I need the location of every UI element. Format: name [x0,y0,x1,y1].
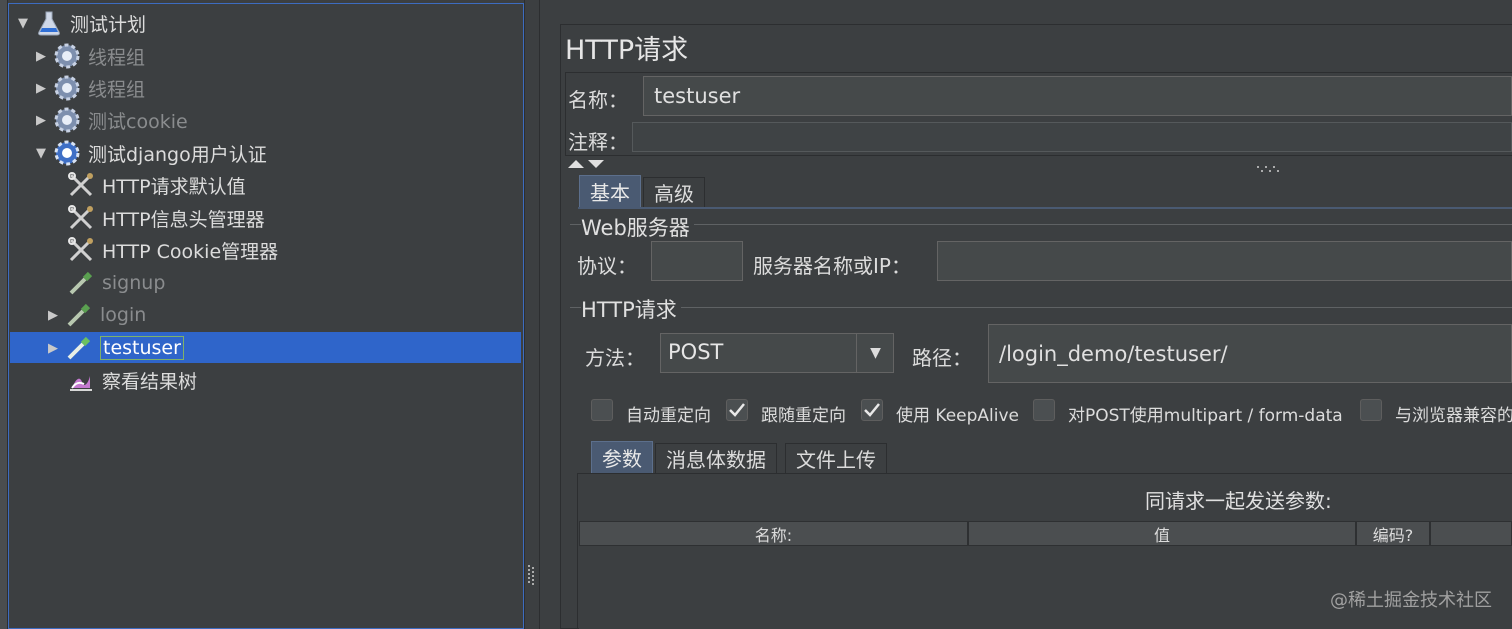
expand-arrow-icon[interactable]: ▶ [32,49,50,64]
tree-item-label: signup [102,272,166,294]
web-server-group-border [570,224,1512,225]
tree-item-thread-group-1[interactable]: ▶ 线程组 [32,41,145,71]
checkmark-icon [864,403,880,417]
expand-arrow-icon[interactable]: ▼ [14,16,32,31]
tree-item-label: testuser [100,336,184,360]
gear-icon [52,105,82,135]
tree-item-label: 察看结果树 [102,370,198,393]
panel-title: HTTP请求 [565,35,689,66]
protocol-field[interactable] [651,241,743,281]
browser-compatible-checkbox[interactable] [1360,399,1382,421]
auto-redirect-label: 自动重定向 [626,406,711,426]
auto-redirect-checkbox[interactable] [591,399,613,421]
method-select-value: POST [668,340,724,364]
method-label: 方法： [585,346,645,370]
name-label: 名称： [568,88,628,112]
expand-arrow-icon[interactable]: ▶ [44,308,62,323]
tabs-underline [578,207,1512,209]
tree-item-label: 测试cookie [88,110,188,133]
tab-body-data[interactable]: 消息体数据 [655,443,777,473]
column-header-name[interactable]: 名称: [579,521,968,546]
keepalive-label: 使用 KeepAlive [896,406,1020,426]
tree-item-header-manager[interactable]: HTTP信息头管理器 [66,203,265,233]
tree-item-label: HTTP Cookie管理器 [102,240,279,263]
tree-item-label: HTTP信息头管理器 [102,208,265,231]
resize-grip-icon[interactable] [1256,158,1282,177]
panel-splitter[interactable] [524,0,540,629]
tab-parameters[interactable]: 参数 [591,441,653,473]
path-label: 路径： [912,346,972,370]
expand-arrow-icon[interactable]: ▶ [32,113,50,128]
pipette-icon [66,268,96,298]
parameters-caption: 同请求一起发送参数: [1145,489,1332,513]
comment-label: 注释： [568,130,628,154]
http-request-group-title: HTTP请求 [581,294,681,324]
multipart-label: 对POST使用multipart / form-data [1068,406,1343,426]
tree-item-thread-group-2[interactable]: ▶ 线程组 [32,73,145,103]
browser-compatible-label: 与浏览器兼容的 [1395,406,1512,426]
wrench-scissors-icon [66,235,96,265]
tree-item-label: 测试django用户认证 [88,143,267,166]
window-left-edge [0,0,8,629]
tree-item-label: 线程组 [88,46,146,69]
expand-arrow-icon[interactable]: ▶ [44,341,62,356]
tree-item-results-tree[interactable]: 察看结果树 [66,365,197,395]
select-divider [856,334,857,372]
pipette-icon [64,300,94,330]
follow-redirect-label: 跟随重定向 [761,406,846,426]
tree-item-test-plan[interactable]: ▼ 测试计划 [14,8,146,38]
tree-item-label: 线程组 [88,78,146,101]
column-header-value[interactable]: 值 [968,521,1356,546]
column-header-encode[interactable]: 编码? [1356,521,1430,546]
tree-item-login[interactable]: ▶ login [44,300,146,330]
tree-item-label: HTTP请求默认值 [102,175,246,198]
tab-basic[interactable]: 基本 [579,175,641,207]
server-field[interactable] [937,241,1512,281]
checkmark-icon [729,403,745,417]
protocol-label: 协议： [577,254,637,278]
splitter-grip-icon[interactable] [527,563,535,587]
tree-item-label: login [100,304,147,326]
tree-item-label: 测试计划 [70,13,147,36]
tab-advanced[interactable]: 高级 [643,177,705,207]
tree-item-cookie-manager[interactable]: HTTP Cookie管理器 [66,235,278,265]
tab-file-upload[interactable]: 文件上传 [785,443,887,473]
multipart-checkbox[interactable] [1033,399,1055,421]
column-header-extra[interactable] [1430,521,1512,546]
web-server-group-title: Web服务器 [581,212,694,242]
chart-icon [66,365,96,395]
flask-icon [34,8,64,38]
tree-item-test-cookie[interactable]: ▶ 测试cookie [32,105,188,135]
gear-icon [52,73,82,103]
pipette-icon [64,333,94,363]
http-request-group-border [570,307,1512,308]
tree-item-testuser[interactable]: ▶ testuser [44,333,184,363]
comment-field[interactable] [632,122,1512,152]
collapse-arrows-icon[interactable] [567,155,609,174]
gear-icon [52,138,82,168]
expand-arrow-icon[interactable]: ▶ [32,81,50,96]
expand-arrow-icon[interactable]: ▼ [32,146,50,161]
gear-icon [52,41,82,71]
chevron-down-icon[interactable]: ▼ [858,334,893,372]
tree-item-django-auth[interactable]: ▼ 测试django用户认证 [32,138,267,168]
follow-redirect-checkbox[interactable] [726,399,748,421]
wrench-scissors-icon [66,203,96,233]
watermark: @稀土掘金技术社区 [1330,590,1492,611]
tree-item-signup[interactable]: signup [66,268,165,298]
keepalive-checkbox[interactable] [861,399,883,421]
path-field[interactable]: /login_demo/testuser/ [988,324,1512,383]
server-label: 服务器名称或IP： [753,254,911,278]
wrench-scissors-icon [66,170,96,200]
name-field[interactable]: testuser [643,76,1512,116]
tree-item-http-defaults[interactable]: HTTP请求默认值 [66,170,246,200]
